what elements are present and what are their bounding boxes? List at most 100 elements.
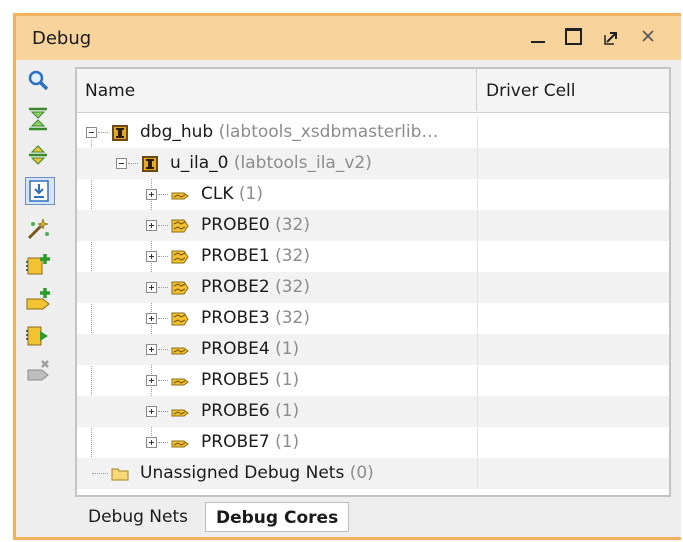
title-bar: Debug [16,16,681,60]
folder-icon [111,465,129,483]
row-label: PROBE4 (1) [201,339,299,359]
run-wizard-icon[interactable] [25,216,55,244]
expand-toggle-icon[interactable] [146,220,157,231]
tree-row-probe1[interactable]: PROBE1 (32) [77,241,669,272]
row-label: PROBE0 (32) [201,215,310,235]
tree-row-unassigned-debug-nets[interactable]: Unassigned Debug Nets (0) [77,458,669,489]
row-meta: (1) [275,401,300,421]
driver-cell [477,272,478,303]
row-name: PROBE1 [201,246,270,266]
driver-cell [477,458,478,489]
debug-cores-tree[interactable]: Name Driver Cell dbg_hub (labtools_xsdbm… [75,67,671,497]
tree-row-probe4[interactable]: PROBE4 (1) [77,334,669,365]
driver-cell [477,117,478,148]
row-name: u_ila_0 [170,153,229,173]
restore-icon[interactable] [599,24,625,50]
debug-net-icon [171,186,189,204]
debug-panel: Debug Name Driver Cell dbg_hub (labtools… [13,13,681,540]
row-name: PROBE4 [201,339,270,359]
minimize-icon[interactable] [526,24,552,50]
row-meta: (32) [275,215,310,235]
panel-title: Debug [32,28,92,49]
row-label: dbg_hub (labtools_xsdbmasterlib… [140,122,438,142]
tree-row-probe2[interactable]: PROBE2 (32) [77,272,669,303]
column-header-driver-cell[interactable]: Driver Cell [486,81,576,101]
auto-connect-icon[interactable] [25,177,55,205]
debug-net-icon [171,403,189,421]
row-label: CLK (1) [201,184,263,204]
tree-row-clk[interactable]: CLK (1) [77,179,669,210]
table-header: Name Driver Cell [77,69,669,113]
column-divider[interactable] [476,69,477,111]
row-name: PROBE5 [201,370,270,390]
expand-toggle-icon[interactable] [146,282,157,293]
delete-icon[interactable] [25,358,55,386]
tree-connector [98,132,108,134]
tree-connector [158,442,168,444]
tree-row-probe6[interactable]: PROBE6 (1) [77,396,669,427]
add-probes-icon[interactable] [25,252,55,280]
tree-row-probe0[interactable]: PROBE0 (32) [77,210,669,241]
tree-connector [158,225,168,227]
debug-core-icon [111,124,129,142]
expand-all-icon[interactable] [25,142,55,170]
debug-bus-icon [171,217,189,235]
row-meta: (32) [275,246,310,266]
tree-row-probe3[interactable]: PROBE3 (32) [77,303,669,334]
driver-cell [477,148,478,179]
debug-net-icon [171,434,189,452]
row-meta: (labtools_xsdbmasterlib… [218,122,439,142]
tree-row-probe5[interactable]: PROBE5 (1) [77,365,669,396]
driver-cell [477,303,478,334]
expand-toggle-icon[interactable] [146,406,157,417]
driver-cell [477,210,478,241]
tab-debug-nets[interactable]: Debug Nets [78,502,198,532]
driver-cell [477,179,478,210]
tab-debug-cores[interactable]: Debug Cores [205,502,350,532]
column-header-name[interactable]: Name [85,81,135,101]
expand-toggle-icon[interactable] [146,251,157,262]
tree-row-dbg-hub[interactable]: dbg_hub (labtools_xsdbmasterlib… [77,117,669,148]
row-label: u_ila_0 (labtools_ila_v2) [170,153,372,173]
expand-toggle-icon[interactable] [146,313,157,324]
debug-net-icon [171,372,189,390]
row-label: PROBE2 (32) [201,277,310,297]
tree-row-probe7[interactable]: PROBE7 (1) [77,427,669,458]
row-meta: (labtools_ila_v2) [233,153,372,173]
expand-toggle-icon[interactable] [146,437,157,448]
expand-toggle-icon[interactable] [146,189,157,200]
debug-bus-icon [171,279,189,297]
row-label: PROBE3 (32) [201,308,310,328]
collapse-toggle-icon[interactable] [116,158,127,169]
debug-net-icon [171,341,189,359]
expand-toggle-icon[interactable] [146,375,157,386]
debug-core-icon [141,155,159,173]
row-name: Unassigned Debug Nets [140,463,345,483]
close-icon[interactable] [636,24,662,50]
row-name: PROBE7 [201,432,270,452]
search-icon[interactable] [25,68,55,96]
driver-cell [477,396,478,427]
row-name: PROBE0 [201,215,270,235]
driver-cell [477,334,478,365]
row-name: PROBE6 [201,401,270,421]
row-label: PROBE6 (1) [201,401,299,421]
row-label: PROBE7 (1) [201,432,299,452]
driver-cell [477,241,478,272]
bottom-tab-bar: Debug Nets Debug Cores [75,499,681,535]
row-label: PROBE1 (32) [201,246,310,266]
expand-toggle-icon[interactable] [146,344,157,355]
create-debug-port-icon[interactable] [25,287,55,315]
row-label: PROBE5 (1) [201,370,299,390]
tree-connector [158,194,168,196]
tree-connector [158,380,168,382]
tree-connector [158,287,168,289]
collapse-toggle-icon[interactable] [86,127,97,138]
row-name: PROBE2 [201,277,270,297]
maximize-icon[interactable] [561,24,587,50]
tree-connector [128,163,138,165]
collapse-all-icon[interactable] [25,106,55,134]
debug-bus-icon [171,310,189,328]
tree-row-u-ila-0[interactable]: u_ila_0 (labtools_ila_v2) [77,148,669,179]
assign-net-icon[interactable] [25,323,55,351]
